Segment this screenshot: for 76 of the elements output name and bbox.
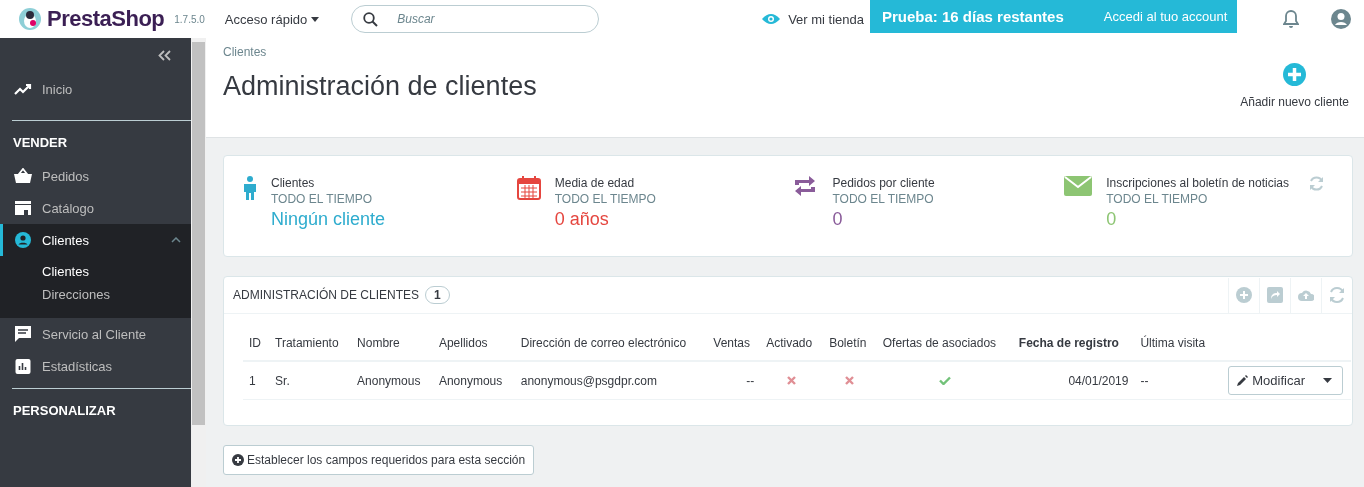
person-icon — [243, 176, 257, 200]
trend-icon — [14, 83, 32, 95]
column-header[interactable]: Nombre — [351, 328, 433, 361]
section-heading: PERSONALIZAR — [12, 402, 117, 420]
kpi-period: TODO EL TIEMPO — [1106, 192, 1209, 206]
quick-access-dropdown[interactable]: Acceso rápido — [224, 11, 320, 27]
basket-icon — [14, 168, 32, 184]
account-icon[interactable] — [1331, 9, 1351, 29]
column-header[interactable]: Apellidos — [432, 328, 515, 361]
panel-title: ADMINISTRACIÓN DE CLIENTES — [233, 288, 420, 302]
column-header[interactable]: Fecha de registro — [1012, 328, 1135, 361]
sidebar-item[interactable]: Clientes — [0, 224, 191, 256]
sidebar-item[interactable]: Inicio — [0, 64, 191, 114]
column-header[interactable]: Tratamiento — [269, 328, 352, 361]
version-label: 1.7.5.0 — [174, 13, 205, 25]
kpi-period: TODO EL TIEMPO — [271, 192, 374, 206]
add-customer-button[interactable]: Añadir nuevo cliente — [1240, 63, 1349, 109]
column-header[interactable]: Ofertas de asociados — [876, 328, 1013, 361]
section-heading: VENDER — [12, 134, 69, 152]
bell-icon[interactable] — [1283, 10, 1299, 28]
table-cell: Anonymous — [432, 361, 515, 400]
store-icon — [14, 201, 32, 215]
search-icon — [363, 12, 379, 27]
submenu-item[interactable]: Direcciones — [0, 283, 191, 306]
kpi-label: Clientes — [271, 176, 316, 190]
breadcrumb[interactable]: Clientes — [223, 45, 537, 59]
view-store-link[interactable]: Ver mi tienda — [788, 11, 864, 27]
page-title: Administración de clientes — [223, 71, 537, 102]
chevron-icon[interactable] — [171, 237, 181, 243]
table-cell: Sr. — [269, 361, 352, 400]
collapse-icon[interactable] — [158, 50, 171, 61]
plus-icon — [232, 454, 244, 466]
caret-icon — [1323, 378, 1332, 383]
kpi-value: Ningún cliente — [271, 209, 386, 230]
sidebar-item[interactable]: Pedidos — [0, 160, 191, 192]
column-header[interactable]: Última visita — [1134, 328, 1218, 361]
plus-icon — [1283, 63, 1307, 86]
table-cell: 04/01/2019 — [1012, 361, 1135, 400]
column-header[interactable]: Dirección de correo electrónico — [514, 328, 708, 361]
chart-icon — [14, 358, 32, 374]
search-field[interactable]: Buscar — [351, 5, 600, 33]
logo-text[interactable]: PrestaShop — [47, 6, 165, 32]
edit-button[interactable]: Modificar — [1228, 366, 1343, 395]
pencil-icon — [1237, 375, 1249, 386]
kpi-value: 0 años — [554, 209, 610, 230]
sidebar-item[interactable]: Catálogo — [0, 192, 191, 224]
logo-icon — [19, 8, 41, 30]
sidebar-item[interactable]: Servicio al Cliente — [0, 318, 191, 350]
table-cell: -- — [1134, 361, 1218, 400]
kpi-value: 0 — [1106, 209, 1118, 230]
calendar-icon — [516, 176, 541, 200]
column-header[interactable]: ID — [243, 328, 270, 361]
caret-icon — [311, 16, 320, 22]
column-header[interactable]: Activado — [760, 328, 824, 361]
table-cell: anonymous@psgdpr.com — [514, 361, 708, 400]
required-fields-button[interactable]: Establecer los campos requeridos para esta sección — [223, 445, 535, 475]
kpi-value: 0 — [832, 209, 844, 230]
column-header[interactable]: Ventas — [707, 328, 761, 361]
kpi-label: Pedidos por cliente — [832, 176, 935, 190]
eye-icon — [762, 13, 781, 25]
scrollbar[interactable] — [191, 38, 206, 487]
table-cell: -- — [707, 361, 761, 400]
kpi-period: TODO EL TIEMPO — [554, 192, 656, 206]
table-cell: Anonymous — [351, 361, 433, 400]
trial-text: Prueba: 16 días restantes — [882, 8, 1064, 25]
sidebar-item[interactable]: Estadísticas — [0, 350, 191, 382]
table-cell: 1 — [243, 361, 270, 400]
refresh-icon[interactable] — [1309, 176, 1325, 191]
user-icon — [14, 232, 32, 248]
kpi-period: TODO EL TIEMPO — [832, 192, 935, 206]
column-header[interactable]: Boletín — [823, 328, 877, 361]
kpi-label: Inscripciones al boletín de noticias — [1106, 176, 1290, 190]
kpi-label: Media de edad — [554, 176, 636, 190]
submenu-item[interactable]: Clientes — [0, 260, 191, 283]
chat-icon — [14, 326, 32, 342]
mail-icon — [1064, 176, 1093, 196]
